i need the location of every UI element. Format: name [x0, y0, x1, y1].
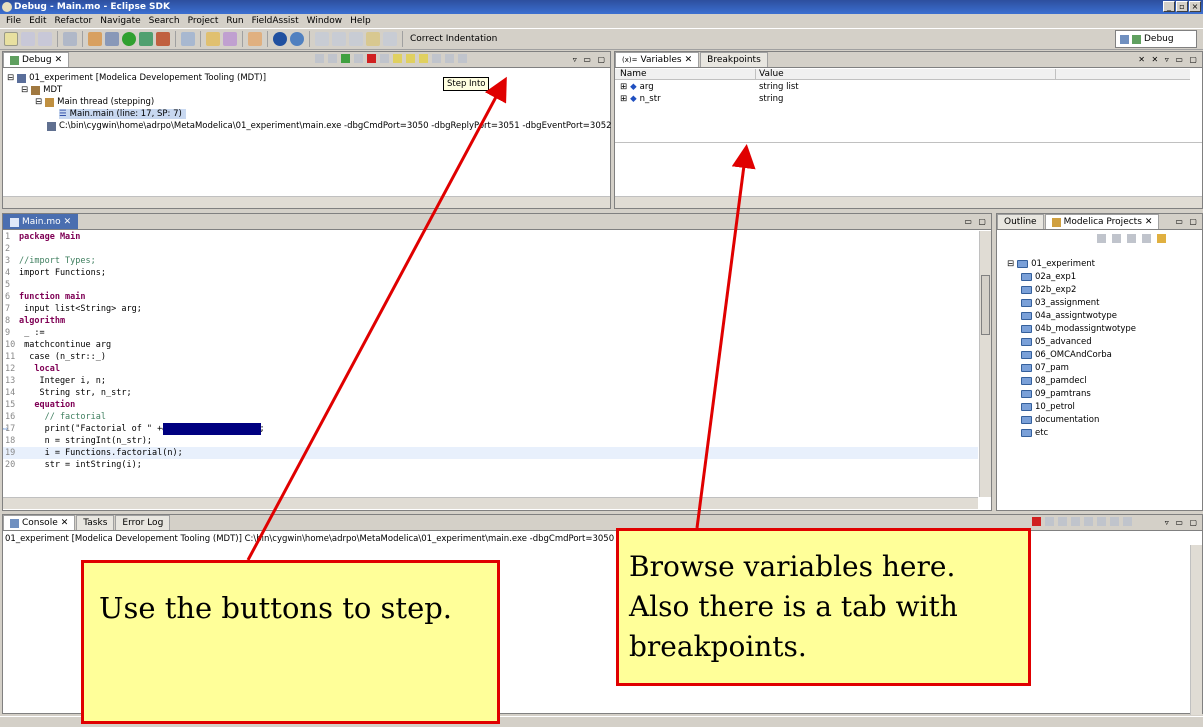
browse-annotation-note: Browse variables here. Also there is a t…	[616, 528, 1031, 686]
browse-annotation-text: Browse variables here. Also there is a t…	[629, 547, 958, 667]
step-annotation-text: Use the buttons to step.	[99, 591, 453, 625]
browse-line: breakpoints.	[629, 630, 807, 663]
browse-line: Also there is a tab with	[629, 590, 958, 623]
arrow-to-step-buttons	[246, 76, 507, 561]
browse-line: Browse variables here.	[629, 550, 956, 583]
arrow-to-variables	[695, 144, 756, 529]
step-annotation-note: Use the buttons to step.	[81, 560, 500, 724]
